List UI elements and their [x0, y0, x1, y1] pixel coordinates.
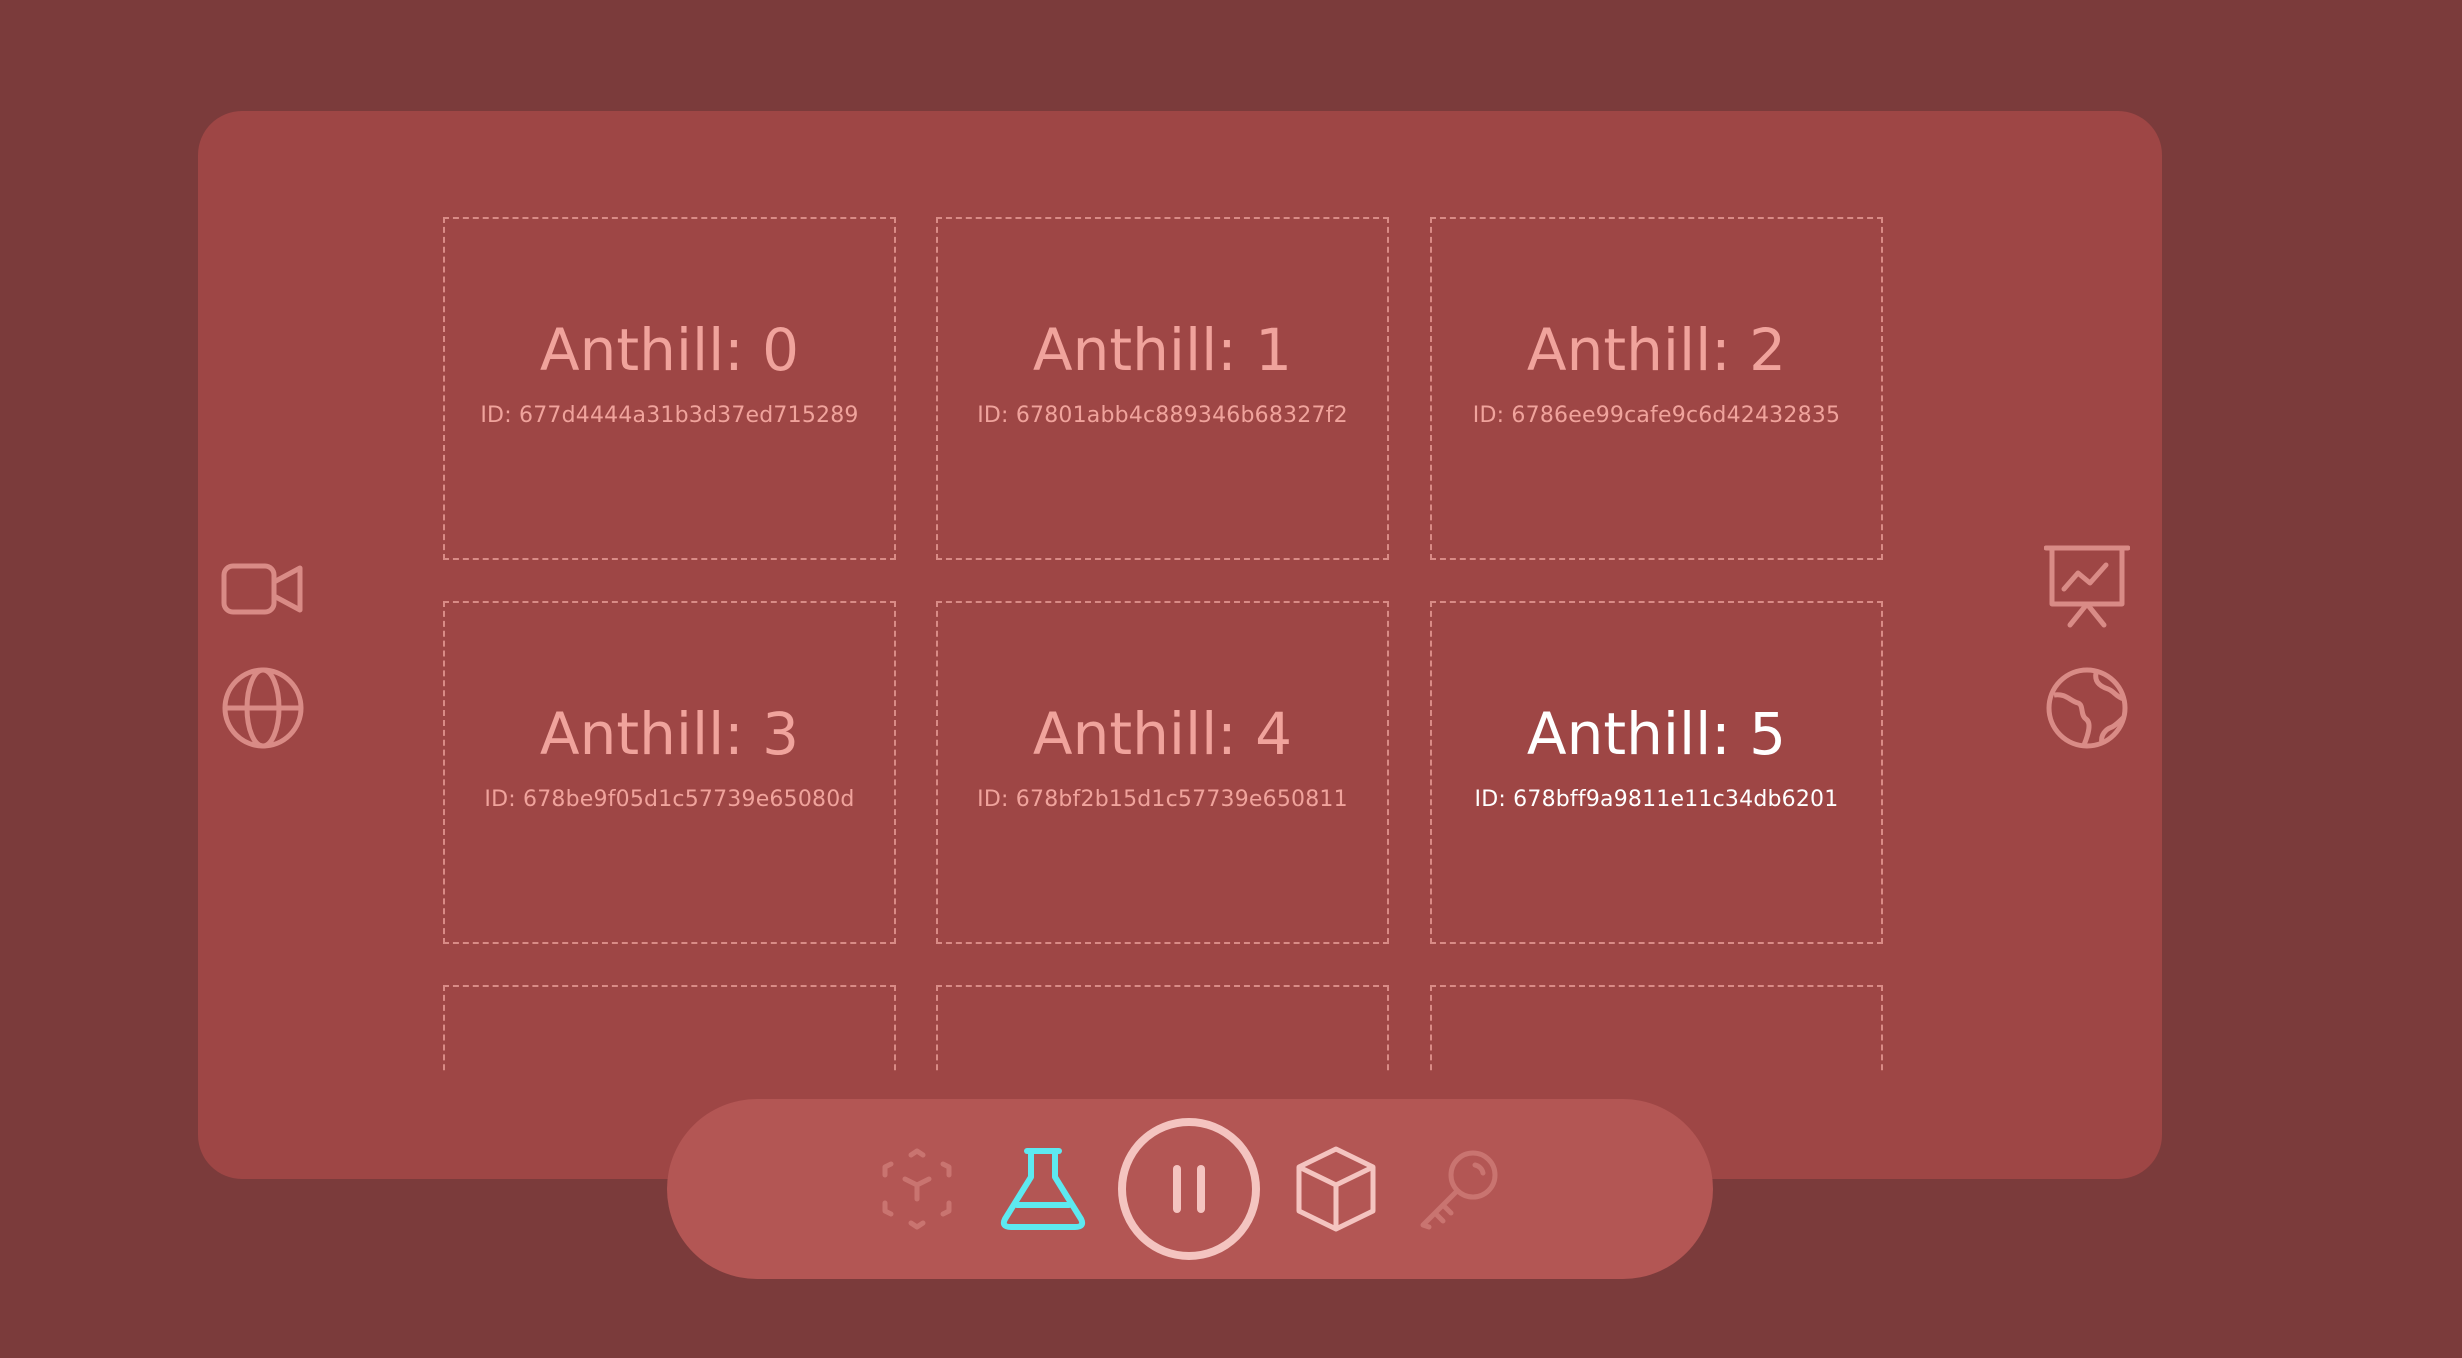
- anthill-title: Anthill: 5: [1526, 700, 1787, 768]
- anthill-title: Anthill: 0: [539, 316, 800, 384]
- video-camera-icon[interactable]: [220, 546, 306, 632]
- pause-icon: [1118, 1118, 1260, 1260]
- anthill-card[interactable]: Anthill: 1 ID: 67801abb4c889346b68327f2: [936, 217, 1389, 560]
- anthill-id: ID: 678be9f05d1c57739e65080d: [484, 787, 855, 812]
- ar-cube-button[interactable]: [877, 1147, 957, 1231]
- presentation-chart-icon[interactable]: [2044, 543, 2130, 629]
- anthill-card-selected[interactable]: Anthill: 5 ID: 678bff9a9811e11c34db6201: [1430, 601, 1883, 944]
- anthill-title: Anthill: 4: [1032, 700, 1293, 768]
- anthill-title: Anthill: 3: [539, 700, 800, 768]
- ar-cube-icon: [882, 1148, 952, 1230]
- bottom-dock: [667, 1099, 1713, 1279]
- anthill-card[interactable]: [936, 985, 1389, 1072]
- flask-icon: [1000, 1148, 1086, 1230]
- anthill-grid[interactable]: Anthill: 0 ID: 677d4444a31b3d37ed715289 …: [443, 217, 1920, 1183]
- flask-button[interactable]: [997, 1147, 1089, 1231]
- key-icon: [1420, 1150, 1498, 1230]
- cube-button[interactable]: [1295, 1145, 1377, 1233]
- anthill-id: ID: 6786ee99cafe9c6d42432835: [1472, 403, 1841, 428]
- main-panel: Anthill: 0 ID: 677d4444a31b3d37ed715289 …: [198, 111, 2162, 1179]
- cube-icon: [1296, 1146, 1376, 1232]
- earth-icon[interactable]: [2044, 665, 2130, 751]
- anthill-id: ID: 67801abb4c889346b68327f2: [977, 403, 1348, 428]
- anthill-title: Anthill: 2: [1526, 316, 1787, 384]
- anthill-title: Anthill: 1: [1032, 316, 1293, 384]
- anthill-card[interactable]: Anthill: 0 ID: 677d4444a31b3d37ed715289: [443, 217, 896, 560]
- anthill-id: ID: 677d4444a31b3d37ed715289: [480, 403, 859, 428]
- anthill-card[interactable]: Anthill: 2 ID: 6786ee99cafe9c6d42432835: [1430, 217, 1883, 560]
- globe-icon[interactable]: [220, 665, 306, 751]
- anthill-card[interactable]: [1430, 985, 1883, 1072]
- key-button[interactable]: [1417, 1147, 1501, 1231]
- anthill-card[interactable]: [443, 985, 896, 1072]
- anthill-id: ID: 678bf2b15d1c57739e650811: [977, 787, 1348, 812]
- anthill-card[interactable]: Anthill: 3 ID: 678be9f05d1c57739e65080d: [443, 601, 896, 944]
- anthill-card[interactable]: Anthill: 4 ID: 678bf2b15d1c57739e650811: [936, 601, 1389, 944]
- anthill-id: ID: 678bff9a9811e11c34db6201: [1474, 787, 1839, 812]
- pause-button[interactable]: [1117, 1117, 1261, 1261]
